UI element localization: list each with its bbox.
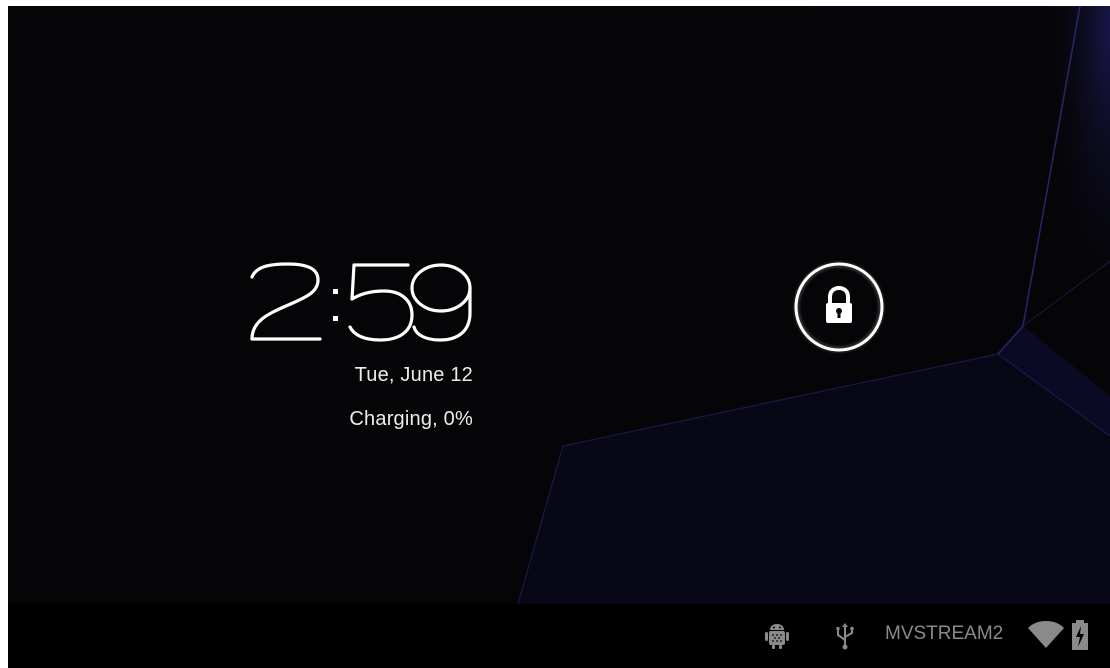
network-name: MVSTREAM2: [885, 623, 1004, 644]
unlock-handle[interactable]: [791, 259, 887, 355]
date-label: Tue, June 12: [354, 364, 473, 386]
battery-charging-icon: [1072, 620, 1088, 650]
clock-colon: [333, 289, 338, 321]
system-bar: MVSTREAM2: [8, 604, 1110, 668]
usb-icon: [836, 623, 854, 650]
wallpaper-background: [8, 6, 1110, 604]
charging-status: Charging, 0%: [349, 408, 473, 430]
android-debug-icon[interactable]: [764, 622, 790, 650]
clock-minutes: [348, 263, 472, 342]
lockscreen: Tue, June 12 Charging, 0% MVSTREAM2: [8, 6, 1110, 668]
clock-display: [250, 262, 472, 342]
wifi-icon: [1028, 621, 1064, 648]
clock-hours: [250, 262, 322, 341]
